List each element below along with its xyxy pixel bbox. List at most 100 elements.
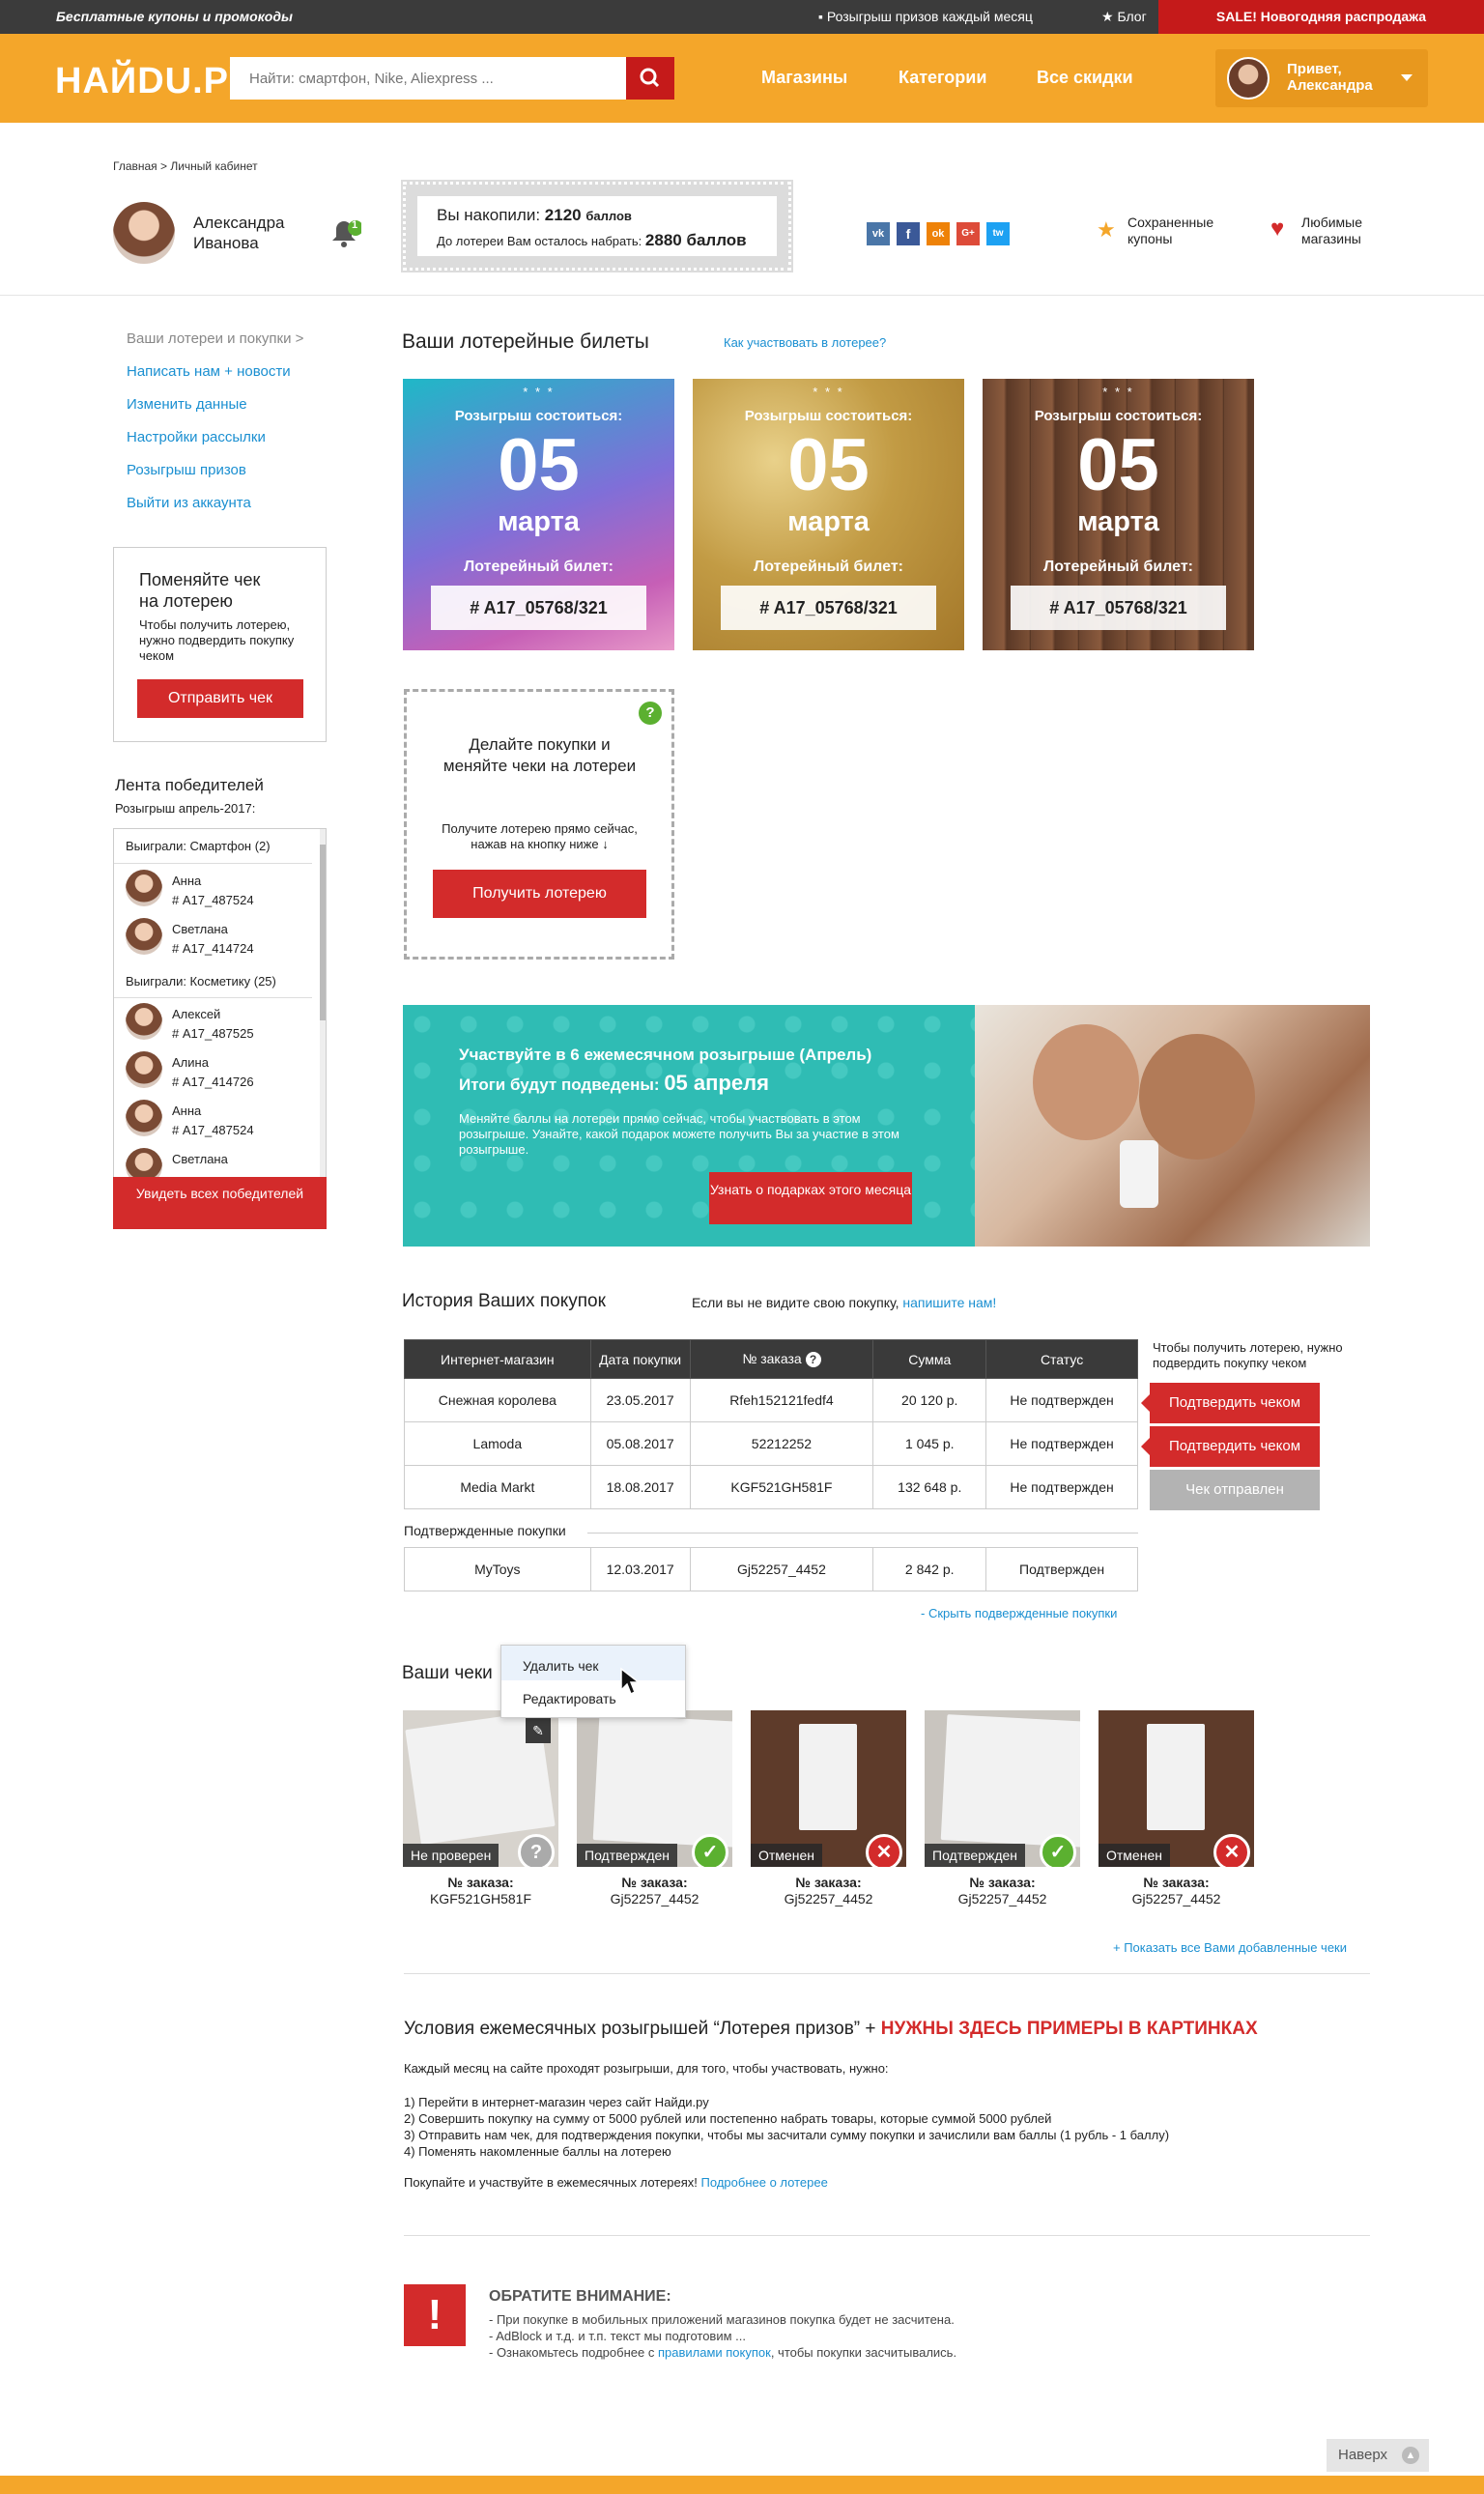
receipt-status: Отменен xyxy=(751,1844,822,1867)
back-to-top-button[interactable]: Наверх ▲ xyxy=(1327,2439,1429,2472)
send-receipt-button[interactable]: Отправить чек xyxy=(137,679,303,718)
purchase-rules-link[interactable]: правилами покупок xyxy=(658,2345,771,2360)
cross-icon: ✕ xyxy=(866,1834,902,1867)
history-title: История Ваших покупок xyxy=(402,1291,606,1311)
facebook-icon[interactable]: f xyxy=(897,222,920,245)
user-menu[interactable]: Привет, Александра xyxy=(1215,49,1428,107)
sidebar-item-write-us[interactable]: Написать нам + новости xyxy=(127,363,291,380)
confirm-receipt-button[interactable]: Подтвердить чеком xyxy=(1141,1426,1320,1467)
table-row: MyToys 12.03.2017 Gj52257_4452 2 842 р. Подт… xyxy=(404,1547,1138,1591)
receipt-card[interactable]: Отменен ✕ xyxy=(1099,1710,1254,1867)
ticket-number: # A17_05768/321 xyxy=(1011,586,1226,630)
purchase-table: Интернет-магазин Дата покупки № заказа ?… xyxy=(404,1339,1138,1509)
get-lottery-card: ? Делайте покупки и меняйте чеки на лоте… xyxy=(404,689,674,960)
winner-item: Светлана # A17_414724 xyxy=(172,922,254,956)
vk-icon[interactable]: vk xyxy=(867,222,890,245)
banner-photo xyxy=(975,1005,1370,1247)
lottery-ticket[interactable]: * * * Розыгрыш состоиться: 05 марта Лоте… xyxy=(693,379,964,650)
chevron-down-icon xyxy=(1401,74,1413,81)
conditions-steps: 1) Перейти в интернет-магазин через сайт… xyxy=(404,2095,1170,2159)
confirmed-table: MyToys 12.03.2017 Gj52257_4452 2 842 р. Подт… xyxy=(404,1547,1138,1591)
winner-item: Алина # A17_414726 xyxy=(172,1055,254,1089)
search-icon xyxy=(640,68,660,88)
show-all-receipts-link[interactable]: + Показать все Вами добавленные чеки xyxy=(1113,1940,1347,1955)
learn-gifts-button[interactable]: Узнать о подарках этого месяца xyxy=(709,1172,912,1224)
exchange-title: Поменяйте чек на лотерею xyxy=(139,570,261,611)
heart-icon: ♥ xyxy=(1270,215,1285,242)
menu-edit-receipt[interactable]: Редактировать xyxy=(523,1691,616,1706)
notifications-button[interactable]: 1 xyxy=(328,217,363,255)
lottery-link[interactable]: ▪ Розыгрыш призов каждый месяц xyxy=(818,9,1033,24)
attention-list: - При покупке в мобильных приложений маг… xyxy=(489,2312,957,2360)
winner-item: Анна # A17_487524 xyxy=(172,874,254,907)
scrollbar-thumb[interactable] xyxy=(320,845,326,1020)
sidebar-item-mailing[interactable]: Настройки рассылки xyxy=(127,429,266,445)
confirm-note: Чтобы получить лотерею, нужно подвердить… xyxy=(1153,1340,1343,1370)
winner-avatar xyxy=(126,918,162,955)
user-avatar xyxy=(1227,57,1270,100)
table-row: Media Markt 18.08.2017 KGF521GH581F 132 648… xyxy=(404,1465,1138,1509)
banner-line1: Участвуйте в 6 ежемесячном розыгрыше (Ап… xyxy=(459,1046,872,1064)
lottery-ticket[interactable]: * * * Розыгрыш состоиться: 05 марта Лоте… xyxy=(403,379,674,650)
write-us-link[interactable]: напишите нам! xyxy=(902,1295,996,1310)
sidebar-item-logout[interactable]: Выйти из аккаунта xyxy=(127,495,251,511)
footer-bar xyxy=(0,2476,1484,2494)
check-icon: ✓ xyxy=(692,1834,728,1867)
receipt-card[interactable]: ✎ Не проверен ? xyxy=(403,1710,558,1867)
col-date: Дата покупки xyxy=(589,1339,691,1379)
receipt-status: Подтвержден xyxy=(577,1844,678,1867)
question-icon: ? xyxy=(518,1834,555,1867)
search-button[interactable] xyxy=(626,57,674,100)
conditions-intro: Каждый месяц на сайте проходят розыгрыши… xyxy=(404,2061,889,2076)
nav-stores[interactable]: Магазины xyxy=(761,68,847,88)
sale-link[interactable]: SALE! Новогодняя распродажа xyxy=(1158,0,1484,34)
user-greeting: Привет, Александра xyxy=(1287,61,1373,94)
nav-categories[interactable]: Категории xyxy=(899,68,986,88)
exchange-text: Чтобы получить лотерею, нужно подвердить… xyxy=(139,617,295,663)
help-icon[interactable]: ? xyxy=(805,1352,821,1367)
googleplus-icon[interactable]: G+ xyxy=(956,222,980,245)
winner-avatar xyxy=(126,870,162,906)
winner-item: Алексей # A17_487525 xyxy=(172,1007,254,1041)
sidebar-item-lotteries[interactable]: Ваши лотереи и покупки > xyxy=(127,330,303,347)
menu-delete-receipt[interactable]: Удалить чек xyxy=(523,1658,599,1674)
hide-confirmed-link[interactable]: - Скрыть подвержденные покупки xyxy=(921,1606,1117,1620)
site-logo[interactable]: НАЙDU.PY xyxy=(55,61,254,102)
sidebar-item-prizes[interactable]: Розыгрыш призов xyxy=(127,462,246,478)
odnoklassniki-icon[interactable]: ok xyxy=(927,222,950,245)
cross-icon: ✕ xyxy=(1213,1834,1250,1867)
winner-avatar xyxy=(126,1003,162,1040)
sidebar-item-edit-data[interactable]: Изменить данные xyxy=(127,396,247,413)
how-to-participate-link[interactable]: Как участвовать в лотерее? xyxy=(724,335,886,350)
twitter-icon[interactable]: tw xyxy=(986,222,1010,245)
lottery-ticket[interactable]: * * * Розыгрыш состоиться: 05 марта Лоте… xyxy=(983,379,1254,650)
conditions-title: Условия ежемесячных розыгрышей “Лотерея … xyxy=(404,2019,1258,2039)
see-all-winners-button[interactable]: Увидеть всех победителей xyxy=(113,1177,327,1229)
winners-title: Лента победителей xyxy=(115,776,264,794)
nav-all-discounts[interactable]: Все скидки xyxy=(1037,68,1133,88)
receipt-context-menu: Удалить чек Редактировать xyxy=(500,1645,686,1718)
get-lottery-button[interactable]: Получить лотерею xyxy=(433,870,646,918)
winner-item: Светлана xyxy=(172,1152,228,1166)
search-input[interactable] xyxy=(230,57,626,100)
lottery-details-link[interactable]: Подробнее о лотерее xyxy=(701,2175,828,2190)
blog-link[interactable]: ★ Блог xyxy=(1101,9,1147,25)
edit-icon[interactable]: ✎ xyxy=(526,1718,551,1743)
warning-icon: ! xyxy=(404,2284,466,2346)
promo-text[interactable]: Бесплатные купоны и промокоды xyxy=(56,9,293,24)
breadcrumb[interactable]: Главная > Личный кабинет xyxy=(113,159,258,173)
confirm-receipt-button[interactable]: Подтвердить чеком xyxy=(1141,1383,1320,1423)
top-bar: Бесплатные купоны и промокоды ▪ Розыгрыш… xyxy=(0,0,1484,34)
receipt-card[interactable]: Подтвержден ✓ xyxy=(925,1710,1080,1867)
notification-count: 1 xyxy=(352,219,358,231)
receipt-card[interactable]: Отменен ✕ xyxy=(751,1710,906,1867)
help-icon[interactable]: ? xyxy=(639,702,662,725)
receipt-order: № заказа: Gj52257_4452 xyxy=(957,1875,1047,1906)
receipt-order: № заказа: Gj52257_4452 xyxy=(1131,1875,1221,1906)
conditions-outro: Покупайте и участвуйте в ежемесячных лот… xyxy=(404,2175,828,2190)
divider xyxy=(0,295,1484,296)
points-accumulated: Вы накопили: 2120 баллов xyxy=(437,206,632,224)
header: НАЙDU.PY Магазины Категории Все скидки П… xyxy=(0,34,1484,123)
receipt-card[interactable]: Подтвержден ✓ xyxy=(577,1710,732,1867)
winners-list[interactable]: Выиграли: Смартфон (2) Анна # A17_487524 … xyxy=(113,828,327,1178)
